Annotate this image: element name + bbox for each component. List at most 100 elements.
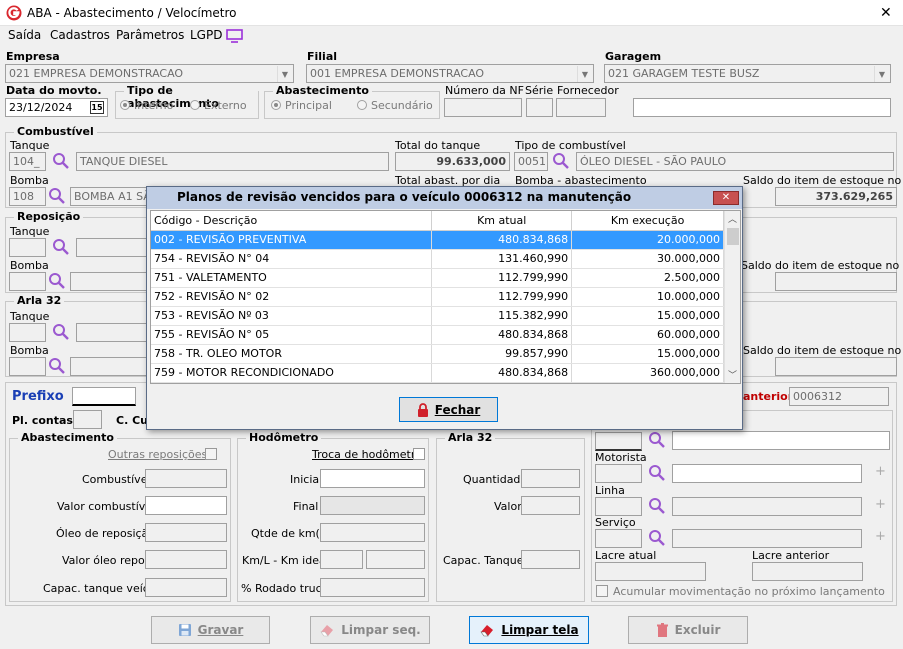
clear-screen-button[interactable]: Limpar tela [469, 616, 589, 644]
final-input[interactable] [320, 496, 425, 515]
oleo-reposicao-input[interactable] [145, 523, 227, 542]
valor-combustivel-label: Valor combustível [57, 500, 156, 513]
arla-valor-label: Valor [494, 500, 522, 513]
table-row[interactable]: 002 - REVISÃO PREVENTIVA 480.834,868 20.00… [151, 230, 724, 250]
scrollbar-thumb[interactable] [727, 228, 739, 245]
search-icon[interactable] [48, 272, 66, 290]
garagem-select[interactable]: 021 GARAGEM TESTE BUSZ ▼ [604, 64, 891, 83]
veiculo-code-input[interactable] [595, 432, 642, 451]
capac-tanque-input[interactable] [145, 578, 227, 597]
lacre-atual-input[interactable] [595, 562, 706, 581]
troca-hodometro-checkbox[interactable] [413, 448, 425, 460]
scroll-up-icon[interactable]: ︿ [728, 212, 737, 225]
table-row[interactable]: 755 - REVISÃO N° 05 480.834,868 60.000,000 [151, 325, 724, 345]
row-description: 752 - REVISÃO N° 02 [151, 287, 433, 307]
arla-bomba-code[interactable] [9, 357, 46, 376]
search-icon[interactable] [52, 238, 70, 256]
close-dialog-button[interactable]: Fechar [399, 397, 498, 422]
search-icon[interactable] [52, 323, 70, 341]
table-row[interactable]: 751 - VALETAMENTO 112.799,990 2.500,000 [151, 268, 724, 288]
row-km-atual: 480.834,868 [431, 325, 573, 345]
close-icon[interactable]: ✕ [880, 5, 892, 21]
outras-reposicoes-checkbox[interactable] [205, 448, 217, 460]
menu-saida[interactable]: Saída [8, 28, 41, 42]
tanque-code-input[interactable]: 104_ [9, 152, 46, 171]
column-codigo-descricao[interactable]: Código - Descrição [151, 211, 433, 231]
app-logo-icon [6, 5, 22, 21]
fornecedor-name-input[interactable] [633, 98, 891, 117]
anterior-label: anterior [743, 390, 794, 403]
column-km-atual[interactable]: Km atual [431, 211, 573, 231]
row-km-execucao: 60.000,000 [571, 325, 724, 345]
radio-secundario[interactable]: Secundário [357, 99, 433, 112]
search-icon[interactable] [48, 357, 66, 375]
motorista-desc-input[interactable] [672, 464, 862, 483]
empresa-select[interactable]: 021 EMPRESA DEMONSTRACAO ▼ [5, 64, 294, 83]
search-icon[interactable] [48, 187, 66, 205]
valor-combustivel-input[interactable] [145, 496, 227, 515]
prefixo-label: Prefixo [12, 389, 64, 404]
capac-arla-input[interactable] [521, 550, 580, 569]
search-icon[interactable] [648, 497, 666, 515]
add-icon[interactable]: + [875, 497, 886, 512]
table-row[interactable]: 759 - MOTOR RECONDICIONADO 480.834,868 360… [151, 363, 724, 383]
menu-lgpd[interactable]: LGPD [190, 28, 222, 42]
menu-cadastros[interactable]: Cadastros [50, 28, 110, 42]
search-icon[interactable] [552, 152, 570, 170]
table-row[interactable]: 758 - TR. OLEO MOTOR 99.857,990 15.000,000 [151, 344, 724, 364]
linha-code-input[interactable] [595, 497, 642, 516]
bomba-label: Bomba [10, 174, 49, 187]
save-button[interactable]: Gravar [151, 616, 270, 644]
search-icon[interactable] [648, 529, 666, 547]
garagem-label: Garagem [605, 50, 662, 63]
valor-oleo-input[interactable] [145, 550, 227, 569]
abastecimento-tipo-title: Abastecimento [273, 84, 372, 97]
column-km-execucao[interactable]: Km execução [571, 211, 724, 231]
motorista-code-input[interactable] [595, 464, 642, 483]
linha-desc-input[interactable] [672, 497, 862, 516]
combustivel-input[interactable] [145, 469, 227, 488]
servico-desc-input[interactable] [672, 529, 862, 548]
add-icon[interactable]: + [875, 529, 886, 544]
filial-select[interactable]: 001 EMPRESA DEMONSTRACAO ▼ [306, 64, 594, 83]
table-row[interactable]: 752 - REVISÃO N° 02 112.799,990 10.000,000 [151, 287, 724, 307]
veiculo-desc-input[interactable] [672, 431, 890, 450]
dialog-close-icon[interactable]: ✕ [713, 191, 739, 205]
tipo-combustivel-code[interactable]: 0051 [514, 152, 548, 171]
search-icon[interactable] [648, 431, 666, 449]
reposicao-tanque-code[interactable] [9, 238, 46, 257]
tanque-label: Tanque [10, 139, 50, 152]
plcontas-input[interactable] [73, 410, 102, 429]
revisao-table-container: Código - Descrição Km atual Km execução … [150, 210, 741, 384]
acumular-label: Acumular movimentação no próximo lançame… [613, 585, 885, 598]
bomba-code-input[interactable]: 108 [9, 187, 46, 206]
radio-interno[interactable]: Interno [120, 99, 173, 112]
fornecedor-code-input[interactable] [556, 98, 606, 117]
row-km-execucao: 360.000,000 [571, 363, 724, 383]
table-row[interactable]: 753 - REVISÃO Nº 03 115.382,990 15.000,000 [151, 306, 724, 326]
arla-valor-input[interactable] [521, 496, 580, 515]
add-icon[interactable]: + [875, 464, 886, 479]
table-scrollbar[interactable]: ︿ ﹀ [724, 211, 740, 383]
serie-input[interactable] [526, 98, 553, 117]
radio-principal[interactable]: Principal [271, 99, 332, 112]
prefixo-input[interactable] [72, 387, 136, 406]
calendar-icon[interactable]: 15 [90, 101, 104, 114]
arla-title: Arla 32 [14, 294, 65, 307]
clear-sequence-button[interactable]: Limpar seq. [310, 616, 430, 644]
search-icon[interactable] [52, 152, 70, 170]
table-row[interactable]: 754 - REVISÃO N° 04 131.460,990 30.000,000 [151, 249, 724, 269]
search-icon[interactable] [648, 464, 666, 482]
radio-externo[interactable]: Externo [190, 99, 247, 112]
reposicao-bomba-code[interactable] [9, 272, 46, 291]
nf-input[interactable] [444, 98, 522, 117]
delete-button[interactable]: Excluir [628, 616, 748, 644]
menu-parametros[interactable]: Parâmetros [116, 28, 184, 42]
arla-tanque-code[interactable] [9, 323, 46, 342]
inicial-input[interactable] [320, 469, 425, 488]
scroll-down-icon[interactable]: ﹀ [728, 368, 737, 381]
servico-code-input[interactable] [595, 529, 642, 548]
acumular-checkbox[interactable] [596, 585, 608, 597]
quantidade-input[interactable] [521, 469, 580, 488]
monitor-icon[interactable] [226, 29, 243, 43]
